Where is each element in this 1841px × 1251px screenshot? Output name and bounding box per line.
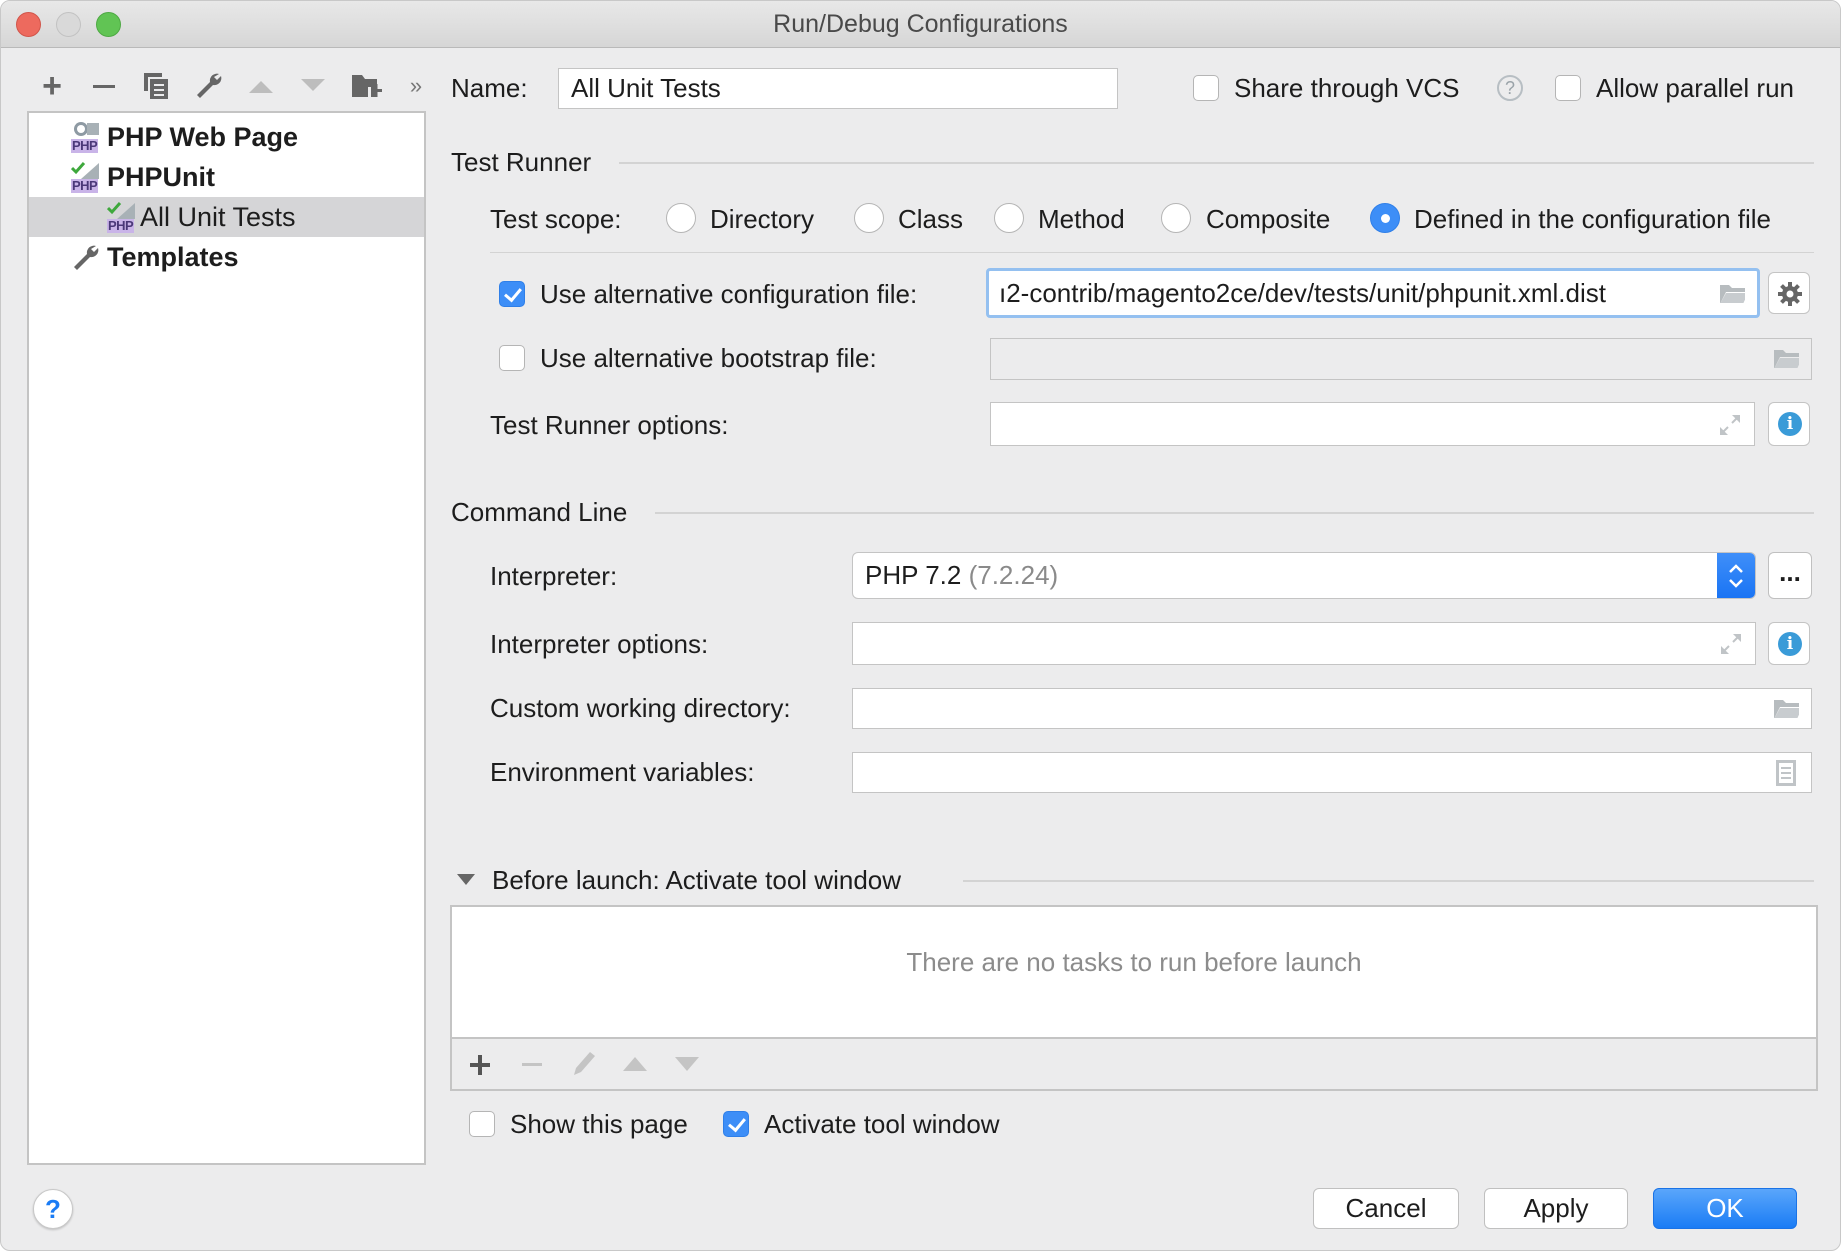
tree-item-templates[interactable]: Templates	[29, 237, 424, 277]
alt-config-label: Use alternative configuration file:	[540, 279, 918, 309]
activate-tool-window-label: Activate tool window	[764, 1109, 1000, 1139]
section-divider	[619, 162, 1814, 164]
wrench-icon[interactable]	[194, 71, 224, 101]
help-icon[interactable]: ?	[1497, 75, 1523, 101]
interpreter-label: Interpreter:	[490, 561, 618, 591]
scope-composite-label: Composite	[1206, 204, 1331, 234]
section-divider	[655, 512, 1814, 514]
interpreter-options-label: Interpreter options:	[490, 629, 709, 659]
help-button[interactable]: ?	[33, 1189, 73, 1229]
interpreter-options-input[interactable]	[852, 622, 1756, 665]
copy-icon[interactable]	[141, 71, 171, 101]
command-line-section-title: Command Line	[451, 497, 628, 527]
tree-item-all-unit-tests[interactable]: PHP All Unit Tests	[29, 197, 424, 237]
expand-icon[interactable]	[1719, 632, 1743, 656]
scope-config-file-label: Defined in the configuration file	[1414, 204, 1772, 234]
collapse-section-icon[interactable]	[456, 873, 476, 887]
apply-button[interactable]: Apply	[1484, 1188, 1628, 1229]
name-label: Name:	[451, 73, 528, 103]
runner-options-input[interactable]	[990, 402, 1755, 446]
allow-parallel-checkbox[interactable]	[1555, 75, 1581, 101]
allow-parallel-label: Allow parallel run	[1596, 73, 1794, 103]
remove-icon[interactable]	[89, 71, 119, 101]
tree-item-label: PHPUnit	[107, 162, 215, 192]
show-page-label: Show this page	[510, 1109, 688, 1139]
run-debug-configurations-dialog: Run/Debug Configurations + » PHP PHP Web…	[0, 0, 1841, 1251]
phpunit-icon: PHP	[71, 161, 103, 193]
env-vars-input[interactable]	[852, 752, 1812, 793]
scope-directory-radio[interactable]	[666, 203, 696, 233]
alt-bootstrap-label: Use alternative bootstrap file:	[540, 343, 877, 373]
interpreter-options-info-button[interactable]: i	[1768, 622, 1810, 665]
move-task-up-icon	[623, 1057, 647, 1071]
scope-composite-radio[interactable]	[1161, 203, 1191, 233]
before-launch-task-list[interactable]: There are no tasks to run before launch	[450, 905, 1818, 1091]
info-icon: i	[1778, 412, 1802, 436]
share-vcs-checkbox[interactable]	[1193, 75, 1219, 101]
scope-directory-label: Directory	[710, 204, 815, 234]
section-divider	[963, 880, 1814, 882]
alt-config-input[interactable]: ı2-contrib/magento2ce/dev/tests/unit/php…	[986, 268, 1760, 318]
alt-bootstrap-input	[990, 338, 1812, 380]
test-scope-label: Test scope:	[490, 204, 622, 234]
share-vcs-label: Share through VCS	[1234, 73, 1460, 103]
ok-button[interactable]: OK	[1653, 1188, 1797, 1229]
interpreter-value: PHP 7.2	[865, 560, 962, 590]
interpreter-more-button[interactable]: ...	[1768, 552, 1812, 599]
env-vars-label: Environment variables:	[490, 757, 755, 787]
add-task-icon[interactable]	[468, 1053, 492, 1077]
scope-class-label: Class	[898, 204, 964, 234]
test-runner-section-title: Test Runner	[451, 147, 592, 177]
activate-tool-window-checkbox[interactable]	[723, 1111, 749, 1137]
scope-class-radio[interactable]	[854, 203, 884, 233]
browse-folder-icon[interactable]	[1773, 698, 1799, 718]
new-folder-icon[interactable]	[350, 71, 382, 101]
wrench-icon	[74, 245, 99, 270]
info-icon: i	[1778, 632, 1802, 656]
move-down-icon[interactable]	[298, 71, 328, 101]
tree-item-label: PHP Web Page	[107, 122, 299, 152]
working-dir-input[interactable]	[852, 688, 1812, 729]
tree-item-label: All Unit Tests	[140, 202, 296, 232]
browse-folder-icon[interactable]	[1719, 283, 1745, 303]
divider	[490, 252, 1814, 253]
alt-bootstrap-checkbox[interactable]	[499, 345, 525, 371]
scope-method-radio[interactable]	[994, 203, 1024, 233]
tree-item-php-web-page[interactable]: PHP PHP Web Page	[29, 117, 424, 157]
working-dir-label: Custom working directory:	[490, 693, 791, 723]
dropdown-stepper-icon[interactable]	[1717, 553, 1755, 598]
phpunit-config-icon: PHP	[107, 201, 139, 233]
remove-task-icon	[522, 1063, 542, 1066]
tree-item-label: Templates	[107, 242, 239, 272]
settings-button[interactable]	[1768, 272, 1810, 314]
empty-tasks-text: There are no tasks to run before launch	[906, 947, 1362, 977]
scope-method-label: Method	[1038, 204, 1125, 234]
tree-item-phpunit[interactable]: PHP PHPUnit	[29, 157, 424, 197]
edit-task-icon	[574, 1052, 595, 1075]
edit-document-icon[interactable]	[1775, 759, 1797, 787]
move-up-icon[interactable]	[246, 71, 276, 101]
php-web-page-icon: PHP	[71, 121, 103, 153]
cancel-button[interactable]: Cancel	[1313, 1188, 1459, 1229]
move-task-down-icon	[675, 1057, 699, 1071]
runner-options-label: Test Runner options:	[490, 410, 729, 440]
before-launch-title: Before launch: Activate tool window	[492, 865, 902, 895]
gear-icon	[1778, 282, 1802, 306]
show-page-checkbox[interactable]	[469, 1111, 495, 1137]
interpreter-select[interactable]: PHP 7.2 (7.2.24)	[852, 552, 1756, 599]
alt-config-checkbox[interactable]	[499, 281, 525, 307]
configuration-tree[interactable]: PHP PHP Web Page PHP PHPUnit PHP All Uni…	[27, 111, 426, 1165]
task-list-toolbar	[452, 1037, 1816, 1089]
name-input[interactable]: All Unit Tests	[558, 68, 1118, 109]
browse-folder-icon	[1774, 350, 1799, 368]
runner-options-info-button[interactable]: i	[1768, 402, 1810, 446]
more-icon[interactable]: »	[401, 71, 431, 101]
expand-icon[interactable]	[1718, 413, 1742, 437]
scope-config-file-radio[interactable]	[1370, 203, 1400, 233]
window-title: Run/Debug Configurations	[773, 10, 1068, 38]
title-bar: Run/Debug Configurations	[1, 1, 1840, 48]
add-icon[interactable]: +	[37, 69, 67, 103]
interpreter-version: (7.2.24)	[968, 560, 1059, 590]
